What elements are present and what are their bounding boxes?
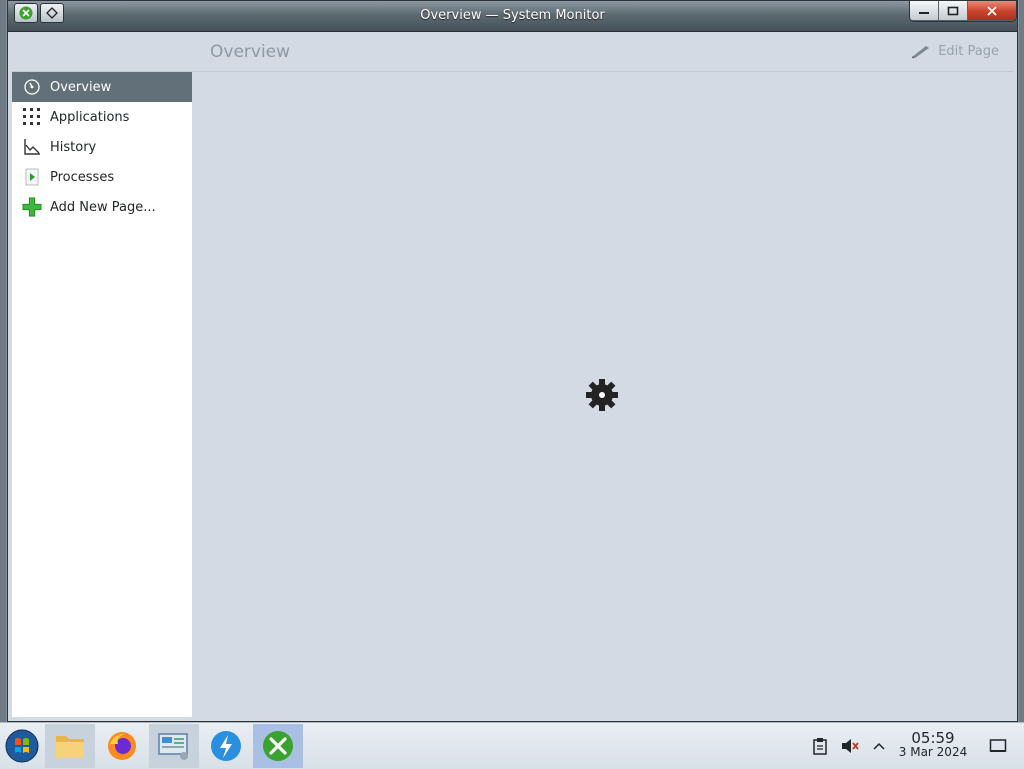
sidebar-item-processes[interactable]: Processes xyxy=(12,162,192,192)
sidebar-item-label: Processes xyxy=(50,169,115,185)
show-desktop-icon xyxy=(989,739,1007,752)
green-plus-icon xyxy=(22,197,42,217)
start-orb-icon xyxy=(5,729,39,763)
taskbar-system-monitor[interactable] xyxy=(253,724,303,768)
sidebar-item-applications[interactable]: Applications xyxy=(12,102,192,132)
taskbar-discover[interactable] xyxy=(201,724,251,768)
applications-grid-icon xyxy=(22,107,42,127)
volume-tray[interactable] xyxy=(838,723,862,769)
sidebar-item-label: Add New Page... xyxy=(50,199,156,215)
minimize-icon xyxy=(919,11,929,14)
sidebar-item-label: History xyxy=(50,139,97,155)
sidebar-item-add-new-page[interactable]: Add New Page... xyxy=(12,192,192,222)
window-title: Overview — System Monitor xyxy=(420,8,605,23)
lightning-icon xyxy=(211,731,241,761)
chevron-up-icon xyxy=(873,742,885,750)
sidebar-item-label: Applications xyxy=(50,109,130,125)
edit-page-button[interactable]: Edit Page xyxy=(910,43,999,59)
sidebar: Overview Applications History Processes … xyxy=(12,33,192,717)
digital-clock[interactable]: 05:59 3 Mar 2024 xyxy=(893,729,973,760)
firefox-icon xyxy=(108,732,136,760)
sidebar-item-overview[interactable]: Overview xyxy=(12,72,192,102)
clock-date: 3 Mar 2024 xyxy=(898,745,968,759)
taskbar-firefox[interactable] xyxy=(97,724,147,768)
close-button[interactable] xyxy=(968,1,1016,20)
clipboard-tray[interactable] xyxy=(808,723,832,769)
edit-page-label: Edit Page xyxy=(938,43,999,59)
show-desktop-button[interactable] xyxy=(986,723,1010,769)
muted-speaker-icon xyxy=(842,739,859,753)
line-chart-icon xyxy=(22,137,42,157)
sidebar-item-history[interactable]: History xyxy=(12,132,192,162)
taskbar-system-settings[interactable] xyxy=(149,724,199,768)
processes-icon xyxy=(22,167,42,187)
title-bar[interactable]: Overview — System Monitor xyxy=(8,1,1017,32)
taskbar: 05:59 3 Mar 2024 xyxy=(0,722,1024,769)
maximize-icon xyxy=(947,6,959,15)
tray-expander[interactable] xyxy=(868,723,890,769)
page-title: Overview xyxy=(210,42,291,62)
start-menu-button[interactable] xyxy=(0,724,44,768)
main-content: Overview Edit Page xyxy=(192,33,1013,717)
folder-icon xyxy=(56,736,84,758)
pencil-icon xyxy=(911,46,930,59)
maximize-button[interactable] xyxy=(939,1,968,20)
page-header: Overview Edit Page xyxy=(192,33,1013,72)
sidebar-item-label: Overview xyxy=(50,79,112,95)
tools-icon xyxy=(263,731,293,761)
minimize-button[interactable] xyxy=(910,1,939,20)
loading-gear-icon xyxy=(585,378,619,416)
window-controls xyxy=(909,1,1017,22)
close-icon xyxy=(987,5,997,16)
system-monitor-window: Overview — System Monitor Overview Appli… xyxy=(7,0,1018,722)
sidebar-header xyxy=(12,33,192,72)
gauge-icon xyxy=(22,77,42,97)
control-panel-icon xyxy=(158,733,188,760)
clipboard-icon xyxy=(813,738,827,755)
taskbar-file-manager[interactable] xyxy=(45,724,95,768)
clock-time: 05:59 xyxy=(911,729,955,747)
